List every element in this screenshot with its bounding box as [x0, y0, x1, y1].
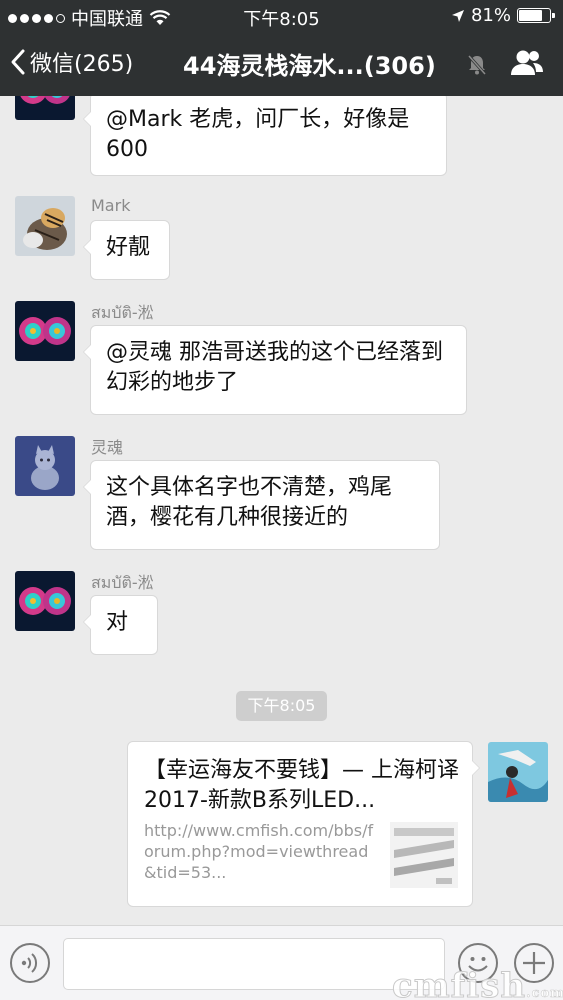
message-input[interactable] [63, 938, 445, 990]
chat-area[interactable]: @Mark 老虎，问厂长，好像是600 Mark 好靓 สมบัติ-淞 @灵魂… [0, 96, 563, 925]
voice-input-button[interactable] [10, 943, 50, 983]
avatar[interactable] [15, 436, 75, 496]
link-card[interactable]: 【幸运海友不要钱】— 上海柯译2017-新款B系列LED... http://w… [127, 741, 480, 907]
chat-title: 44海灵栈海水...(306) [183, 52, 436, 80]
message-bubble[interactable]: 对 [83, 595, 158, 655]
status-bar: 中国联通 下午8:05 81% [0, 0, 563, 32]
message-text: 对 [106, 610, 129, 635]
avatar[interactable] [15, 301, 75, 361]
back-label: 微信(265) [30, 52, 134, 77]
mute-bell-icon [467, 55, 487, 75]
message-text: 这个具体名字也不清楚，鸡尾酒，樱花有几种很接近的 [106, 475, 393, 530]
my-avatar[interactable] [488, 742, 548, 802]
avatar[interactable] [15, 96, 75, 120]
link-thumbnail [390, 822, 458, 888]
battery-percent: 81% [470, 5, 511, 26]
timestamp-badge: 下午8:05 [236, 691, 327, 721]
message-text: 好靓 [106, 235, 151, 260]
group-members-icon[interactable] [509, 48, 545, 78]
sender-name: 灵魂 [91, 438, 124, 457]
sender-name: Mark [91, 196, 131, 215]
message-text: @Mark 老虎，问厂长，好像是600 [106, 107, 410, 162]
message-bubble[interactable]: @Mark 老虎，问厂长，好像是600 [83, 96, 447, 176]
message-bubble[interactable]: @灵魂 那浩哥送我的这个已经落到幻彩的地步了 [83, 325, 467, 415]
message-bubble[interactable]: 这个具体名字也不清楚，鸡尾酒，樱花有几种很接近的 [83, 460, 440, 550]
back-button[interactable]: 微信(265) [10, 46, 133, 78]
status-right: 81% [451, 5, 555, 26]
voice-icon [21, 953, 38, 973]
link-title: 【幸运海友不要钱】— 上海柯译2017-新款B系列LED... [144, 758, 459, 813]
chevron-left-icon [11, 49, 25, 75]
message-text: @灵魂 那浩哥送我的这个已经落到幻彩的地步了 [106, 340, 443, 395]
message-bubble[interactable]: 好靓 [83, 220, 170, 280]
sender-name: สมบัติ-淞 [91, 573, 154, 592]
link-description: http://www.cmfish.com/bbs/forum.php?mod=… [144, 821, 374, 882]
avatar[interactable] [15, 196, 75, 256]
input-toolbar: cmfish.com [0, 925, 563, 1000]
location-arrow-icon [451, 9, 464, 22]
battery-icon [517, 8, 555, 23]
sender-name: สมบัติ-淞 [91, 303, 154, 322]
watermark: cmfish.com [391, 966, 563, 1000]
nav-bar: 微信(265) 44海灵栈海水...(306) [0, 32, 563, 96]
avatar[interactable] [15, 571, 75, 631]
